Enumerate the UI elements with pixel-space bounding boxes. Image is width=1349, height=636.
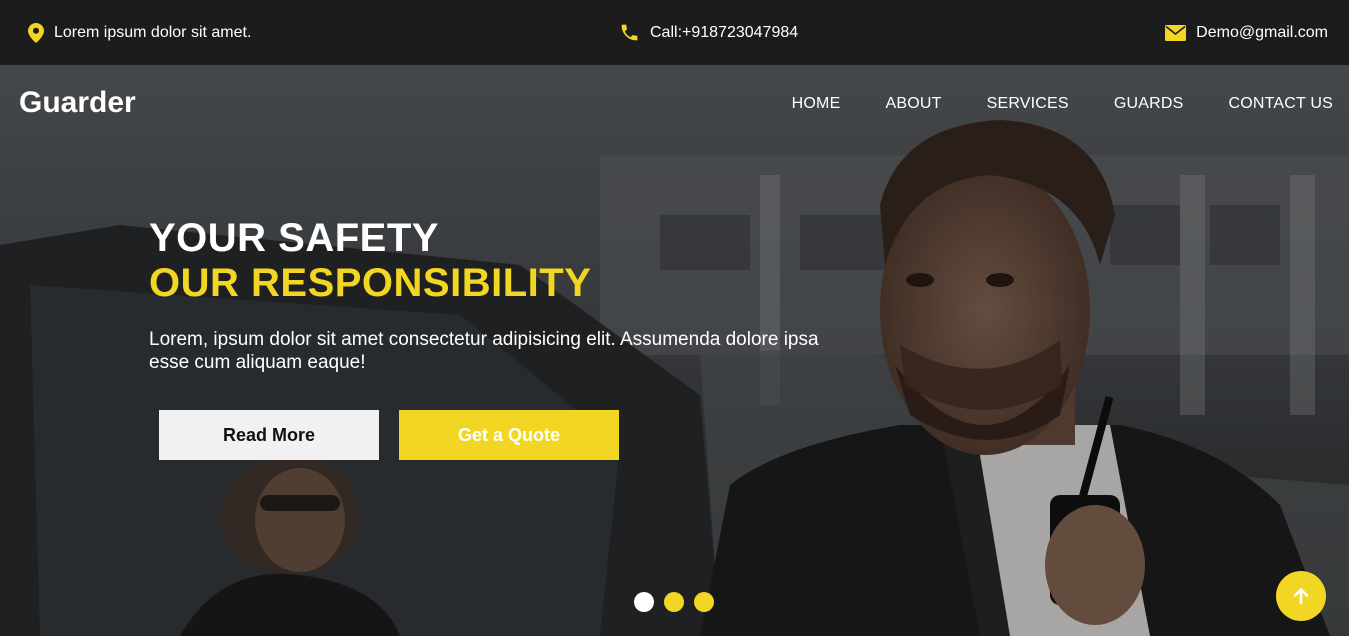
- nav-services[interactable]: SERVICES: [987, 95, 1069, 113]
- carousel-dot-1[interactable]: [634, 592, 654, 612]
- top-info-bar: Lorem ipsum dolor sit amet. Call:+918723…: [0, 0, 1349, 65]
- get-a-quote-button[interactable]: Get a Quote: [399, 410, 619, 460]
- hero-section: Guarder HOME ABOUT SERVICES GUARDS CONTA…: [0, 65, 1349, 636]
- phone-icon: [621, 24, 638, 41]
- address-text: Lorem ipsum dolor sit amet.: [54, 23, 252, 41]
- address-info: Lorem ipsum dolor sit amet.: [28, 0, 251, 65]
- envelope-icon: [1165, 24, 1187, 41]
- hero-description: Lorem, ipsum dolor sit amet consectetur …: [149, 329, 819, 373]
- scroll-to-top-button[interactable]: [1276, 571, 1326, 621]
- carousel-dot-2[interactable]: [664, 592, 684, 612]
- arrow-up-icon: [1293, 588, 1309, 605]
- email-text: Demo@gmail.com: [1196, 23, 1328, 41]
- carousel-indicators: [634, 592, 724, 612]
- nav-about[interactable]: ABOUT: [885, 95, 941, 113]
- map-pin-icon: [28, 22, 44, 43]
- carousel-dot-3[interactable]: [694, 592, 714, 612]
- nav-guards[interactable]: GUARDS: [1114, 95, 1184, 113]
- phone-info[interactable]: Call:+918723047984: [619, 0, 798, 65]
- brand-logo[interactable]: Guarder: [19, 86, 136, 120]
- nav-contact-us[interactable]: CONTACT US: [1228, 95, 1333, 113]
- nav-home[interactable]: HOME: [792, 95, 841, 113]
- main-nav: HOME ABOUT SERVICES GUARDS CONTACT US: [747, 95, 1333, 113]
- hero-headline-primary: YOUR SAFETY: [149, 216, 439, 260]
- hero-headline-accent: OUR RESPONSIBILITY: [149, 261, 592, 305]
- email-info[interactable]: Demo@gmail.com: [1165, 0, 1328, 65]
- read-more-button[interactable]: Read More: [159, 410, 379, 460]
- phone-text: Call:+918723047984: [650, 23, 799, 41]
